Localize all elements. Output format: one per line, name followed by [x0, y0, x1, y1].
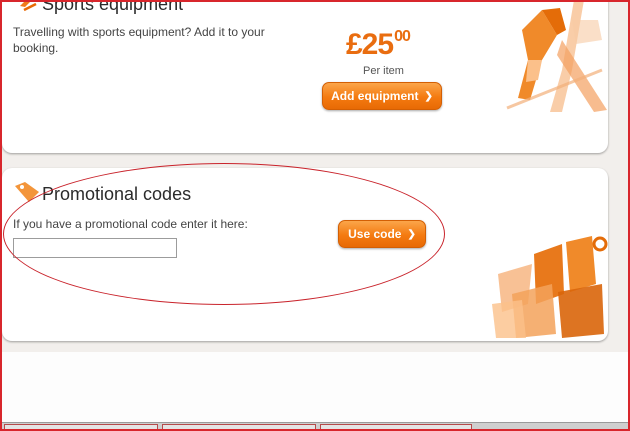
taskbar-item[interactable] — [320, 424, 472, 429]
price-pence: 00 — [394, 28, 411, 45]
add-equipment-button[interactable]: Add equipment ❯ — [322, 82, 442, 110]
promotional-codes-title: Promotional codes — [42, 184, 192, 204]
ski-equipment-illustration — [506, 0, 607, 112]
sports-equipment-description: Travelling with sports equipment? Add it… — [13, 25, 265, 55]
price-pounds: £25 — [346, 28, 394, 61]
per-item-label: Per item — [363, 65, 404, 77]
chevron-right-icon: ❯ — [424, 90, 433, 102]
taskbar-item[interactable] — [162, 424, 316, 429]
tag-icon — [15, 182, 39, 202]
use-code-label: Use code — [348, 227, 402, 241]
promotional-code-prompt: If you have a promotional code enter it … — [13, 217, 248, 231]
sports-equipment-price: £2500 — [346, 28, 411, 62]
discount-numbers-illustration — [492, 236, 608, 338]
use-code-button[interactable]: Use code ❯ — [338, 220, 426, 248]
sports-equipment-panel: Sports equipment Travelling with sports … — [2, 0, 608, 153]
promotional-code-input[interactable] — [13, 238, 177, 258]
add-equipment-label: Add equipment — [331, 89, 419, 103]
sports-equipment-title: Sports equipment — [42, 0, 184, 14]
sports-equipment-icon — [20, 0, 37, 12]
taskbar — [2, 422, 628, 429]
promotional-codes-panel: Promotional codes If you have a promotio… — [2, 168, 608, 341]
chevron-right-icon: ❯ — [407, 228, 416, 240]
taskbar-item[interactable] — [4, 424, 158, 429]
page-footer-area — [2, 352, 628, 422]
